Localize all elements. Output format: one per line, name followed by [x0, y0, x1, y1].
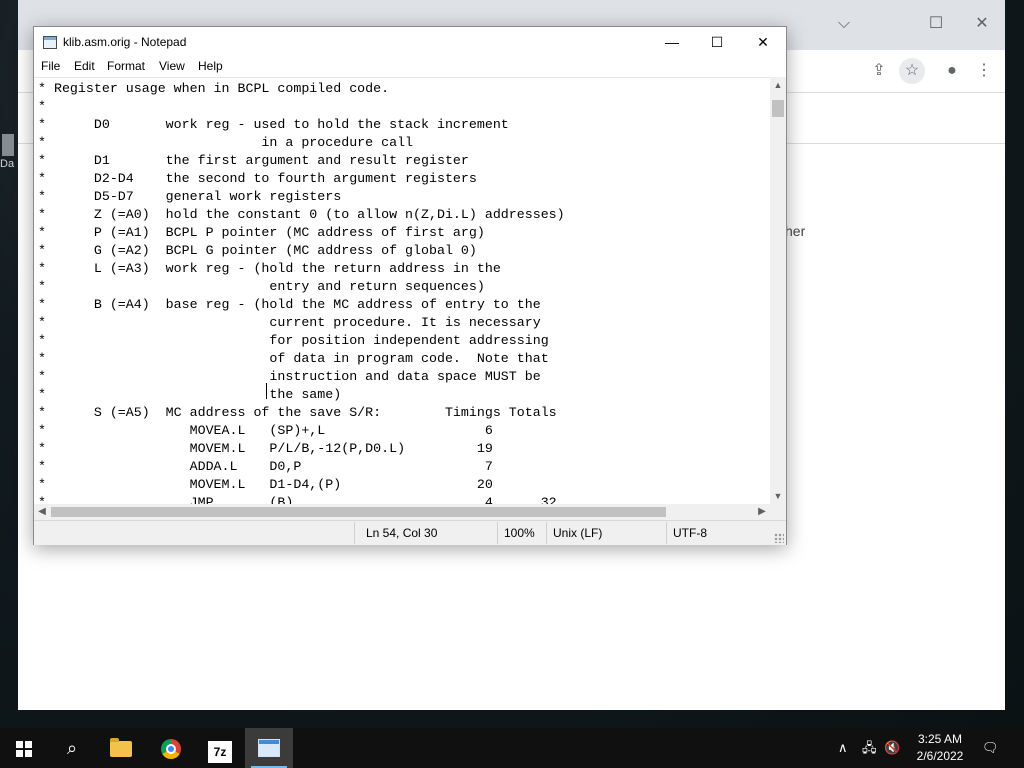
status-bar: Ln 54, Col 30 100% Unix (LF) UTF-8	[34, 520, 786, 545]
taskbar-notepad[interactable]	[245, 728, 293, 768]
search-icon: ⌕	[66, 738, 78, 758]
scroll-down-arrow-icon[interactable]: ▼	[770, 488, 786, 504]
resize-grip-icon[interactable]	[774, 533, 784, 543]
share-icon[interactable]: ⇪	[866, 58, 892, 84]
editor-line[interactable]: * D2-D4 the second to fourth argument re…	[38, 171, 477, 186]
window-title: klib.asm.orig - Notepad	[63, 35, 187, 49]
taskbar-file-explorer[interactable]	[97, 728, 145, 768]
chrome-minimize-button[interactable]: ⌵	[830, 10, 858, 38]
menu-format[interactable]: Format	[107, 59, 145, 73]
editor-line[interactable]: * of data in program code. Note that	[38, 351, 549, 366]
menu-edit[interactable]: Edit	[74, 59, 95, 73]
desktop-icon-partial[interactable]	[2, 134, 14, 156]
star-icon[interactable]: ☆	[899, 58, 925, 84]
vertical-scroll-thumb[interactable]	[772, 100, 784, 117]
menu-help[interactable]: Help	[198, 59, 223, 73]
minimize-button[interactable]: —	[649, 27, 695, 57]
editor-line[interactable]: *	[38, 99, 46, 114]
editor-line[interactable]: * D1 the first argument and result regis…	[38, 153, 469, 168]
status-line-ending: Unix (LF)	[553, 526, 603, 540]
close-button[interactable]: ✕	[740, 27, 786, 57]
status-zoom: 100%	[504, 526, 535, 540]
status-position: Ln 54, Col 30	[366, 526, 438, 540]
scroll-right-arrow-icon[interactable]: ▶	[754, 504, 770, 520]
editor-line[interactable]: * L (=A3) work reg - (hold the return ad…	[38, 261, 501, 276]
editor-line[interactable]: * in a procedure call	[38, 135, 413, 150]
7zip-icon: 7z	[208, 741, 232, 763]
taskbar-7zip[interactable]: 7z	[196, 728, 244, 768]
start-button[interactable]	[0, 728, 48, 768]
editor-line[interactable]: * MOVEM.L D1-D4,(P) 20	[38, 477, 493, 492]
editor-line[interactable]: * the same)	[38, 387, 341, 402]
status-divider	[546, 522, 547, 544]
status-encoding: UTF-8	[673, 526, 707, 540]
maximize-button[interactable]: ☐	[694, 27, 740, 57]
editor-line[interactable]: * MOVEM.L P/L/B,-12(P,D0.L) 19	[38, 441, 493, 456]
folder-icon	[110, 738, 132, 757]
editor-line[interactable]: * D0 work reg - used to hold the stack i…	[38, 117, 509, 132]
status-divider	[666, 522, 667, 544]
scroll-left-arrow-icon[interactable]: ◀	[34, 504, 50, 520]
status-divider	[354, 522, 355, 544]
text-caret	[266, 383, 267, 399]
show-hidden-icons-chevron-icon[interactable]: ∧	[838, 728, 848, 768]
system-clock[interactable]: 3:25 AM 2/6/2022	[905, 731, 975, 765]
editor-line[interactable]: * B (=A4) base reg - (hold the MC addres…	[38, 297, 541, 312]
editor-text[interactable]: * Register usage when in BCPL compiled c…	[38, 80, 565, 505]
editor-line[interactable]: * MOVEA.L (SP)+,L 6	[38, 423, 493, 438]
editor-line[interactable]: * D5-D7 general work registers	[38, 189, 341, 204]
editor-line[interactable]: * Z (=A0) hold the constant 0 (to allow …	[38, 207, 565, 222]
horizontal-scroll-thumb[interactable]	[51, 507, 666, 517]
windows-logo-icon	[16, 741, 32, 757]
notifications-icon[interactable]: 🗨	[982, 728, 999, 768]
menu-view[interactable]: View	[159, 59, 185, 73]
horizontal-scrollbar[interactable]: ◀ ▶	[34, 504, 770, 520]
chrome-page-text: her	[785, 223, 806, 239]
chrome-restore-button[interactable]: ☐	[922, 10, 950, 38]
menu-icon[interactable]: ⋮	[971, 58, 997, 84]
editor-line[interactable]: * ADDA.L D0,P 7	[38, 459, 493, 474]
notepad-app-icon	[43, 36, 57, 49]
menu-bar: File Edit Format View Help	[34, 57, 786, 77]
editor-line[interactable]: * current procedure. It is necessary	[38, 315, 541, 330]
taskbar-chrome[interactable]	[147, 728, 195, 768]
clock-date: 2/6/2022	[916, 749, 964, 763]
menu-file[interactable]: File	[41, 59, 60, 73]
chrome-icon	[161, 739, 181, 759]
search-button[interactable]: ⌕	[48, 728, 96, 768]
editor-line[interactable]: * P (=A1) BCPL P pointer (MC address of …	[38, 225, 485, 240]
notepad-titlebar[interactable]: klib.asm.orig - Notepad — ☐ ✕	[34, 27, 786, 57]
desktop-icon-label: Da	[0, 158, 15, 170]
status-divider	[497, 522, 498, 544]
profile-icon[interactable]: ●	[939, 58, 965, 84]
notepad-icon	[258, 739, 280, 757]
clock-time: 3:25 AM	[917, 732, 963, 746]
editor-line[interactable]: * G (=A2) BCPL G pointer (MC address of …	[38, 243, 477, 258]
volume-muted-icon[interactable]: 🔇	[884, 728, 900, 768]
vertical-scrollbar[interactable]: ▲ ▼	[770, 77, 786, 504]
network-icon[interactable]: 🖧	[862, 728, 877, 768]
scroll-up-arrow-icon[interactable]: ▲	[770, 77, 786, 93]
editor-line[interactable]: * S (=A5) MC address of the save S/R: Ti…	[38, 405, 557, 420]
editor-line[interactable]: * entry and return sequences)	[38, 279, 485, 294]
chrome-close-button[interactable]: ✕	[968, 10, 996, 38]
taskbar: ⌕ 7z ∧ 🖧 🔇 3:25 AM 2/6/2022 🗨	[0, 728, 1024, 768]
text-editor-area[interactable]: * Register usage when in BCPL compiled c…	[34, 77, 770, 505]
notepad-window[interactable]: klib.asm.orig - Notepad — ☐ ✕ File Edit …	[33, 26, 787, 545]
editor-line[interactable]: * for position independent addressing	[38, 333, 549, 348]
editor-line[interactable]: * Register usage when in BCPL compiled c…	[38, 81, 389, 96]
scrollbar-corner	[770, 504, 786, 520]
editor-line[interactable]: * instruction and data space MUST be	[38, 369, 541, 384]
